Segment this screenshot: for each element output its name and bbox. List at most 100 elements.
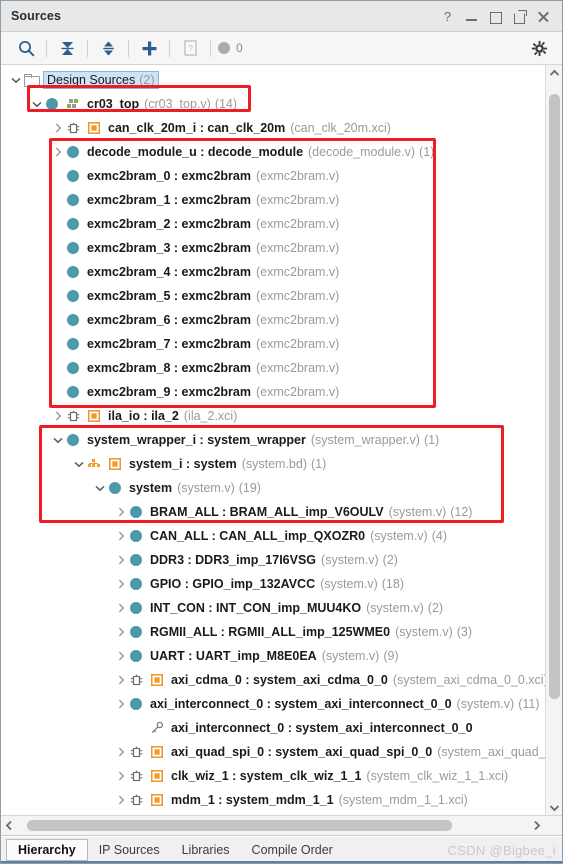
tree-row[interactable]: RGMII_ALL : RGMII_ALL_imp_125WME0 (system…: [1, 620, 545, 644]
tab-ip-sources[interactable]: IP Sources: [88, 837, 171, 863]
chevron-right-icon[interactable]: [114, 500, 128, 524]
tree-row[interactable]: BRAM_ALL : BRAM_ALL_imp_V6OULV (system.v)…: [1, 500, 545, 524]
horizontal-scrollbar[interactable]: [1, 816, 562, 836]
tree-row[interactable]: Design Sources (2): [1, 68, 545, 92]
tree-row-count: (12): [450, 505, 473, 519]
tree-row[interactable]: exmc2bram_9 : exmc2bram (exmc2bram.v): [1, 380, 545, 404]
tree-row[interactable]: cr03_top (cr03_top.v) (14): [1, 92, 545, 116]
module-circle-icon: [65, 168, 81, 184]
tree-row[interactable]: exmc2bram_8 : exmc2bram (exmc2bram.v): [1, 356, 545, 380]
collapse-all-icon[interactable]: [54, 36, 80, 60]
tree-row[interactable]: exmc2bram_1 : exmc2bram (exmc2bram.v): [1, 188, 545, 212]
row-icons: [65, 336, 84, 352]
tree-row[interactable]: axi_quad_spi_0 : system_axi_quad_spi_0_0…: [1, 740, 545, 764]
toolbar-separator: [210, 39, 211, 57]
tree-row[interactable]: GPIO : GPIO_imp_132AVCC (system.v) (18): [1, 572, 545, 596]
search-icon[interactable]: [13, 36, 39, 60]
vertical-scroll-track[interactable]: [546, 80, 562, 800]
row-icons: [65, 216, 84, 232]
tree-row[interactable]: CAN_ALL : CAN_ALL_imp_QXOZR0 (system.v) (4…: [1, 524, 545, 548]
tree-row[interactable]: ila_io : ila_2 (ila_2.xci): [1, 404, 545, 428]
vertical-scrollbar[interactable]: [545, 65, 562, 815]
row-icons: [107, 480, 126, 496]
chevron-right-icon[interactable]: [114, 668, 128, 692]
tree-row[interactable]: axi_cdma_0 : system_axi_cdma_0_0 (system_…: [1, 668, 545, 692]
tree-row-label: exmc2bram_8 : exmc2bram (exmc2bram.v): [87, 361, 339, 375]
gear-icon[interactable]: [526, 36, 552, 60]
tree-row[interactable]: axi_interconnect_0 : system_axi_intercon…: [1, 692, 545, 716]
float-icon[interactable]: [513, 9, 527, 24]
chevron-down-icon[interactable]: [72, 452, 86, 476]
tree-row[interactable]: exmc2bram_5 : exmc2bram (exmc2bram.v): [1, 284, 545, 308]
module-circle-icon: [128, 648, 144, 664]
tree-row-filename: (system.bd): [241, 457, 307, 471]
tree-row[interactable]: can_clk_20m_i : can_clk_20m (can_clk_20m.…: [1, 116, 545, 140]
source-tree[interactable]: Design Sources (2) cr03_top (cr03_top.v) (14…: [1, 65, 545, 815]
chevron-right-icon[interactable]: [51, 140, 65, 164]
module-circle-icon: [65, 216, 81, 232]
vertical-scroll-thumb[interactable]: [549, 94, 560, 700]
chevron-right-icon[interactable]: [51, 116, 65, 140]
chevron-right-icon[interactable]: [114, 692, 128, 716]
tree-row-label: system_i : system (system.bd) (1): [129, 457, 326, 471]
tree-row[interactable]: UART : UART_imp_M8E0EA (system.v) (9): [1, 644, 545, 668]
row-icons: [149, 720, 168, 736]
chevron-down-icon[interactable]: [93, 476, 107, 500]
tree-row[interactable]: axi_interconnect_0 : system_axi_intercon…: [1, 716, 545, 740]
help-icon[interactable]: [441, 10, 454, 23]
horizontal-scroll-track[interactable]: [17, 816, 529, 835]
tree-row[interactable]: DDR3 : DDR3_imp_17I6VSG (system.v) (2): [1, 548, 545, 572]
chevron-right-icon[interactable]: [114, 644, 128, 668]
row-icons: [86, 456, 126, 472]
tree-row[interactable]: exmc2bram_4 : exmc2bram (exmc2bram.v): [1, 260, 545, 284]
toolbar-separator: [128, 39, 129, 57]
chevron-right-icon[interactable]: [114, 524, 128, 548]
close-icon[interactable]: [537, 10, 550, 23]
row-icons: [65, 240, 84, 256]
row-icons: [65, 168, 84, 184]
chevron-left-icon[interactable]: [1, 820, 17, 831]
tab-hierarchy[interactable]: Hierarchy: [6, 839, 88, 861]
tree-row-filename: (system.v): [177, 481, 235, 495]
horizontal-scroll-thumb[interactable]: [27, 820, 453, 831]
chevron-right-icon[interactable]: [114, 572, 128, 596]
tree-row[interactable]: system (system.v) (19): [1, 476, 545, 500]
chevron-down-icon[interactable]: [9, 68, 23, 92]
tree-row[interactable]: system_wrapper_i : system_wrapper (system…: [1, 428, 545, 452]
chevron-right-icon[interactable]: [114, 548, 128, 572]
tree-row-label: INT_CON : INT_CON_imp_MUU4KO (system.v) (2…: [150, 601, 443, 615]
tree-row[interactable]: exmc2bram_3 : exmc2bram (exmc2bram.v): [1, 236, 545, 260]
tree-row[interactable]: clk_wiz_1 : system_clk_wiz_1_1 (system_cl…: [1, 764, 545, 788]
chevron-right-icon[interactable]: [51, 404, 65, 428]
tab-compile-order[interactable]: Compile Order: [241, 837, 344, 863]
expand-collapse-icon[interactable]: [95, 36, 121, 60]
tree-row-label: can_clk_20m_i : can_clk_20m (can_clk_20m.…: [108, 121, 391, 135]
chevron-right-icon[interactable]: [114, 620, 128, 644]
tree-row[interactable]: decode_module_u : decode_module (decode_m…: [1, 140, 545, 164]
tab-libraries[interactable]: Libraries: [171, 837, 241, 863]
tree-row[interactable]: exmc2bram_7 : exmc2bram (exmc2bram.v): [1, 332, 545, 356]
chevron-down-icon[interactable]: [51, 428, 65, 452]
tree-row[interactable]: exmc2bram_2 : exmc2bram (exmc2bram.v): [1, 212, 545, 236]
minimize-icon[interactable]: [465, 10, 478, 23]
row-icons: [128, 672, 168, 688]
tree-row-label: exmc2bram_9 : exmc2bram (exmc2bram.v): [87, 385, 339, 399]
tree-row[interactable]: mdm_1 : system_mdm_1_1 (system_mdm_1_1.xc…: [1, 788, 545, 812]
tree-row[interactable]: exmc2bram_0 : exmc2bram (exmc2bram.v): [1, 164, 545, 188]
chevron-down-icon[interactable]: [546, 800, 562, 815]
chevron-right-icon[interactable]: [114, 740, 128, 764]
tree-row[interactable]: system_i : system (system.bd) (1): [1, 452, 545, 476]
chevron-right-icon[interactable]: [114, 596, 128, 620]
chevron-down-icon[interactable]: [30, 92, 44, 116]
chevron-up-icon[interactable]: [546, 65, 562, 80]
maximize-icon[interactable]: [489, 10, 502, 24]
tree-row-name: system_i : system: [129, 457, 237, 471]
tree-row[interactable]: INT_CON : INT_CON_imp_MUU4KO (system.v) (2…: [1, 596, 545, 620]
chevron-right-icon[interactable]: [114, 788, 128, 812]
add-sources-icon[interactable]: [136, 36, 162, 60]
tree-row[interactable]: exmc2bram_6 : exmc2bram (exmc2bram.v): [1, 308, 545, 332]
chevron-right-icon[interactable]: [114, 764, 128, 788]
toolbar-separator: [87, 39, 88, 57]
chevron-right-icon[interactable]: [529, 820, 545, 831]
